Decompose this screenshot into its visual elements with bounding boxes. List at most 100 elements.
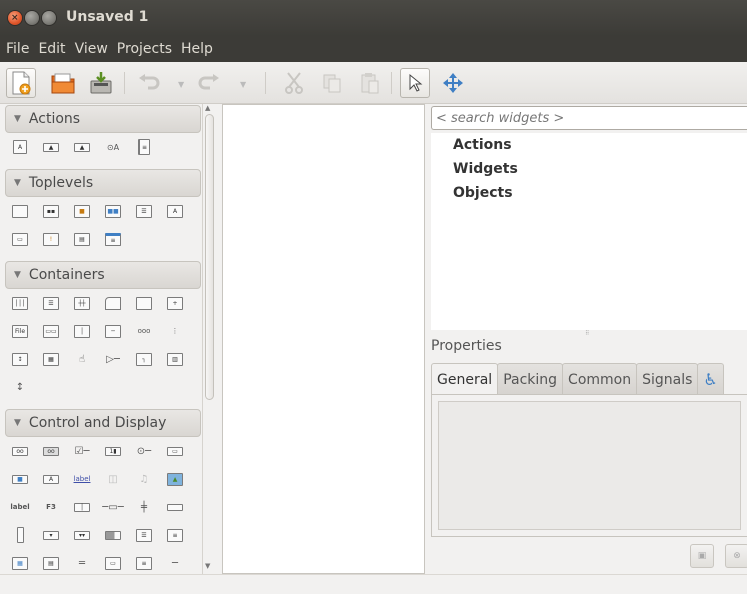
dialog-icon[interactable]: ▪▪ (40, 202, 62, 220)
spin-button-icon[interactable]: 1▮ (102, 442, 124, 460)
scrolled-window-icon[interactable]: ▥ (164, 350, 186, 368)
menu-edit[interactable]: Edit (38, 41, 65, 57)
copy-button[interactable] (317, 68, 347, 98)
button-icon[interactable]: oo (9, 442, 31, 460)
redo-dropdown-icon[interactable]: ▼ (240, 80, 246, 89)
section-toplevels[interactable]: ▼ Toplevels (5, 169, 201, 197)
vpaned-icon[interactable]: ─ (102, 322, 124, 340)
menu-help[interactable]: Help (181, 41, 213, 57)
maximize-window-button[interactable] (42, 11, 56, 25)
vbuttonbox-icon[interactable]: ⋮ (164, 322, 186, 340)
scrollbar-thumb[interactable] (205, 114, 214, 400)
redo-button[interactable] (194, 68, 224, 98)
font-button-icon[interactable]: A (40, 470, 62, 488)
menubar-icon[interactable]: File (9, 322, 31, 340)
calendar-icon[interactable]: ▤ (40, 554, 62, 572)
close-window-button[interactable]: × (8, 11, 22, 25)
tree-item-objects[interactable]: Objects (431, 181, 747, 205)
undo-button[interactable] (134, 68, 164, 98)
radio-button-icon[interactable]: ⊙─ (133, 442, 155, 460)
color-button-icon[interactable]: ■ (9, 470, 31, 488)
hseparator-icon[interactable]: ─ (164, 554, 186, 572)
vscale-icon[interactable]: ╪ (133, 498, 155, 516)
vbox-icon[interactable]: ☰ (40, 294, 62, 312)
drag-resize-button[interactable] (438, 68, 468, 98)
section-actions[interactable]: ▼ Actions (5, 105, 201, 133)
icon-view-icon[interactable]: ▦ (9, 554, 31, 572)
alignment-icon[interactable]: ↕ (9, 378, 31, 396)
hscale-icon[interactable]: ─▭─ (102, 498, 124, 516)
toggle-action-icon[interactable]: ▲ (40, 138, 62, 156)
new-button[interactable] (6, 68, 36, 98)
font-dialog-icon[interactable]: A (164, 202, 186, 220)
input-dialog-icon[interactable]: ▭ (9, 230, 31, 248)
scroll-down-icon[interactable]: ▼ (205, 562, 210, 570)
scale-button-icon[interactable]: ◫ (102, 470, 124, 488)
properties-action-button[interactable]: ▣ (690, 544, 714, 568)
properties-action-button[interactable]: ⊗ (725, 544, 747, 568)
tree-item-widgets[interactable]: Widgets (431, 157, 747, 181)
menu-view[interactable]: View (75, 41, 108, 57)
section-containers[interactable]: ▼ Containers (5, 261, 201, 289)
save-button[interactable] (86, 68, 116, 98)
cut-button[interactable] (279, 68, 309, 98)
window-icon[interactable] (9, 202, 31, 220)
design-canvas[interactable] (222, 104, 425, 574)
hscrollbar-icon[interactable] (164, 498, 186, 516)
event-box-icon[interactable]: ☝ (71, 350, 93, 368)
file-chooser-dialog-icon[interactable]: ☰ (133, 202, 155, 220)
tree-item-actions[interactable]: Actions (431, 133, 747, 157)
paste-button[interactable] (355, 68, 385, 98)
progress-bar-icon[interactable] (102, 526, 124, 544)
text-view-icon[interactable]: ☰ (133, 526, 155, 544)
fixed-icon[interactable]: ▦ (40, 350, 62, 368)
recent-action-icon[interactable]: ⊙A (102, 138, 124, 156)
scroll-up-icon[interactable]: ▲ (205, 104, 210, 112)
undo-dropdown-icon[interactable]: ▼ (178, 80, 184, 89)
volume-button-icon[interactable]: ♫ (133, 470, 155, 488)
tab-accessibility[interactable]: ♿ (697, 363, 724, 395)
color-dialog-icon[interactable]: ■■ (102, 202, 124, 220)
check-button-icon[interactable]: ☑─ (71, 442, 93, 460)
viewport-icon[interactable]: ┐ (133, 350, 155, 368)
tree-view-icon[interactable]: ≡ (164, 526, 186, 544)
select-mode-button[interactable] (400, 68, 430, 98)
action-group-icon[interactable]: ≡ (133, 138, 155, 156)
palette-scrollbar[interactable]: ▲ ▼ (202, 104, 215, 574)
menu-projects[interactable]: Projects (117, 41, 172, 57)
hpaned-icon[interactable]: │ (71, 322, 93, 340)
open-button[interactable] (48, 68, 78, 98)
entry-icon[interactable]: │ (71, 498, 93, 516)
hbuttonbox-icon[interactable]: ooo (133, 322, 155, 340)
grid-icon[interactable]: ┼┼ (71, 294, 93, 312)
radio-action-icon[interactable]: ▲ (71, 138, 93, 156)
toggle-button-icon[interactable]: oo (40, 442, 62, 460)
image-icon[interactable]: ▲ (164, 470, 186, 488)
tab-general[interactable]: General (431, 363, 499, 395)
vscrollbar-icon[interactable] (9, 526, 31, 544)
frame-icon[interactable] (133, 294, 155, 312)
recent-chooser-dialog-icon[interactable]: ▤ (71, 230, 93, 248)
toolbar-icon[interactable]: ▭▭ (40, 322, 62, 340)
aspect-frame-icon[interactable]: + (164, 294, 186, 312)
section-control-and-display[interactable]: ▼ Control and Display (5, 409, 201, 437)
pane-resize-handle[interactable]: ⠿ (585, 330, 595, 337)
link-button-icon[interactable]: label (71, 470, 93, 488)
assistant-icon[interactable]: ≡ (102, 230, 124, 248)
minimize-window-button[interactable] (25, 11, 39, 25)
separator-icon[interactable]: ═ (71, 554, 93, 572)
combo-box-icon[interactable]: ▾ (40, 526, 62, 544)
message-dialog-icon[interactable]: ! (40, 230, 62, 248)
file-chooser-button-icon[interactable]: ▭ (164, 442, 186, 460)
notebook-icon[interactable] (102, 294, 124, 312)
accel-label-icon[interactable]: F3 (40, 498, 62, 516)
hbox-icon[interactable]: │││ (9, 294, 31, 312)
search-widgets-input[interactable]: < search widgets > (431, 106, 747, 130)
tab-packing[interactable]: Packing (497, 363, 564, 395)
menu-file[interactable]: File (6, 41, 29, 57)
expander-icon[interactable]: ▷─ (102, 350, 124, 368)
arrow-icon[interactable]: ≡ (133, 554, 155, 572)
combo-box-entry-icon[interactable]: ▾▾ (71, 526, 93, 544)
tab-common[interactable]: Common (562, 363, 638, 395)
layout-icon[interactable]: ↕ (9, 350, 31, 368)
